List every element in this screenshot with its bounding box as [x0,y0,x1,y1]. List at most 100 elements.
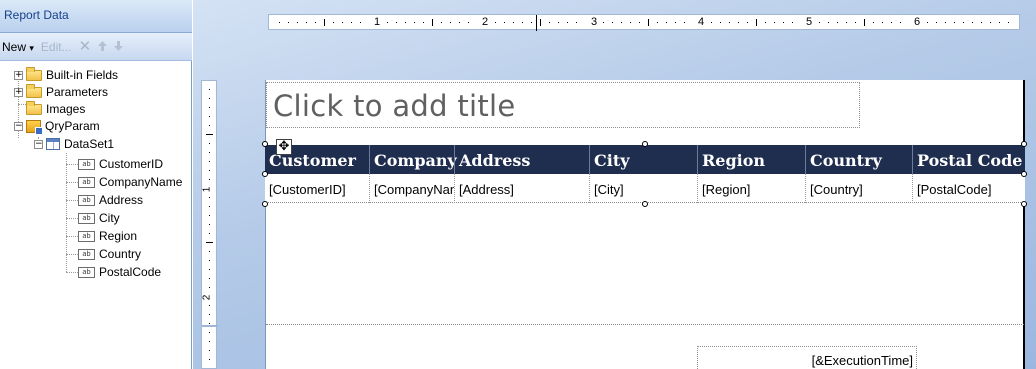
ruler-dot [209,341,210,342]
ruler-dot [882,22,883,23]
header-cell-country[interactable]: Country [806,145,912,174]
collapse-icon[interactable]: − [34,139,43,149]
ruler-dot [387,22,388,23]
ruler-dot [549,22,550,23]
header-cell-postal-code[interactable]: Postal Code [913,145,1025,174]
move-icon[interactable]: ✥ [276,139,292,155]
detail-cell-address[interactable]: [Address] [455,174,589,203]
ruler-dot [209,224,210,225]
ruler-dot [747,22,748,23]
resize-handle[interactable] [1021,171,1027,177]
detail-cell-region[interactable]: [Region] [698,174,805,203]
tree-item-datasource[interactable]: − QryParam [14,118,100,135]
tree-item-dataset[interactable]: − DataSet1 [34,136,114,152]
ruler-dot [279,22,280,23]
ruler-dot [567,22,568,23]
tree-field-region[interactable]: ab Region [78,228,137,244]
field-icon: ab [78,158,95,170]
ruler-dot [954,22,955,23]
tree-item-label: DataSet1 [64,137,115,151]
header-cell-region[interactable]: Region [698,145,805,174]
ruler-number: 1 [374,16,381,28]
expand-icon[interactable]: + [14,70,23,80]
ruler-tick [206,134,213,135]
collapse-icon[interactable]: − [14,121,23,131]
expand-icon[interactable]: + [14,87,23,97]
new-button[interactable]: New ▾ [2,40,34,54]
pane-title: Report Data [0,0,192,33]
ruler-dot [783,22,784,23]
ruler-dot [459,22,460,23]
ruler-dot [936,22,937,23]
horizontal-ruler: 1 2 3 4 5 6 [268,14,1020,31]
field-icon: ab [78,248,95,260]
field-icon: ab [78,230,95,242]
ruler-number: 1 [201,186,213,193]
ruler-dot [209,125,210,126]
resize-handle[interactable] [262,201,268,207]
ruler-dot [828,22,829,23]
tree-item-label: PostalCode [99,265,162,279]
ruler-dot [468,22,469,23]
header-cell-city[interactable]: City [590,145,697,174]
ruler-dot [990,22,991,23]
ruler-dot [495,22,496,23]
ruler-tick [540,19,541,26]
edit-button[interactable]: Edit... [41,40,72,54]
ruler-dot [209,89,210,90]
tree-item-parameters[interactable]: + Parameters [14,83,108,100]
ruler-dot [522,22,523,23]
ruler-dot [209,107,210,108]
tree-item-label: CompanyName [99,175,183,189]
tree-item-label: QryParam [45,119,100,133]
tree-field-postalcode[interactable]: ab PostalCode [78,264,161,280]
tree-field-address[interactable]: ab Address [78,192,143,208]
ruler-dot [630,22,631,23]
datasource-icon [26,119,43,135]
resize-handle[interactable] [642,141,648,147]
report-title-placeholder[interactable]: Click to add title [266,82,860,128]
header-cell-company[interactable]: Company [370,145,457,174]
ruler-dot [209,170,210,171]
detail-cell-postalcode[interactable]: [PostalCode] [913,174,1025,203]
tree-item-label: Built-in Fields [46,68,119,82]
tree-item-label: City [99,211,120,225]
ruler-number: 2 [201,294,213,301]
ruler-dot [423,22,424,23]
move-up-icon[interactable] [98,40,108,54]
ruler-tick [756,19,757,26]
tree-item-images[interactable]: Images [26,100,85,117]
resize-handle[interactable] [1021,201,1027,207]
detail-cell-customerid[interactable]: [CustomerID] [265,174,369,203]
tree-item-label: Region [99,229,138,243]
tree-field-companyname[interactable]: ab CompanyName [78,174,182,190]
ruler-dot [504,22,505,23]
execution-time-textbox[interactable]: [&ExecutionTime] [697,346,917,369]
ruler-dot [209,251,210,252]
tree-connector [66,218,78,219]
ruler-dot [209,359,210,360]
ruler-dot [209,305,210,306]
ruler-dot [209,332,210,333]
move-down-icon[interactable] [114,40,124,54]
detail-cell-companyname[interactable]: [CompanyName] [370,174,454,203]
tree-field-customerid[interactable]: ab CustomerID [78,156,163,172]
detail-cell-country[interactable]: [Country] [806,174,912,203]
folder-icon [26,100,42,115]
tree-field-city[interactable]: ab City [78,210,120,226]
detail-cell-city[interactable]: [City] [590,174,697,203]
ruler-number: 3 [591,16,598,28]
resize-handle[interactable] [642,201,648,207]
tree-item-built-in-fields[interactable]: + Built-in Fields [14,66,119,83]
ruler-dot [209,197,210,198]
ruler-dot [209,269,210,270]
resize-handle[interactable] [262,141,268,147]
header-cell-address[interactable]: Address [455,145,589,174]
resize-handle[interactable] [1021,141,1027,147]
resize-handle[interactable] [262,171,268,177]
ruler-dot [927,22,928,23]
pane-toolbar: New ▾ Edit... ✕ [0,33,192,61]
tree-field-country[interactable]: ab Country [78,246,141,262]
field-icon: ab [78,212,95,224]
delete-icon[interactable]: ✕ [79,39,92,54]
